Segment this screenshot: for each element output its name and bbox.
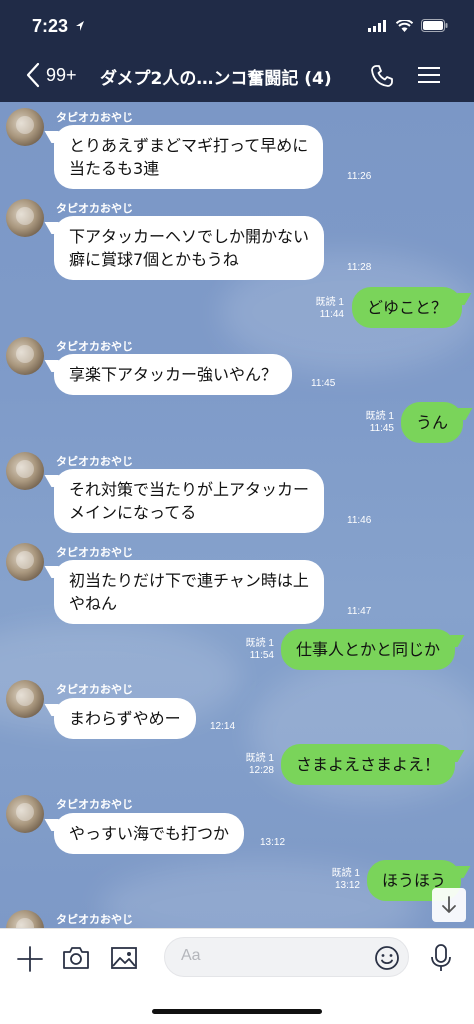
read-receipt: 既読 1 xyxy=(331,868,360,879)
sender-name: タピオカおやじ xyxy=(56,111,133,124)
status-bar: 7:23 xyxy=(0,0,474,50)
sender-avatar[interactable] xyxy=(6,680,44,718)
phone-icon xyxy=(371,65,393,87)
sender-avatar[interactable] xyxy=(6,795,44,833)
message-meta: 既読 1 12:28 xyxy=(230,753,274,777)
location-arrow-icon xyxy=(76,21,84,31)
battery-icon xyxy=(421,19,448,32)
sender-name: タピオカおやじ xyxy=(56,913,133,926)
chat-area[interactable]: タピオカおやじ とりあえずまどマギ打って早めに 当たるも3連 11:26 タピオ… xyxy=(0,102,474,928)
message-meta: 既読 1 11:45 xyxy=(354,411,394,435)
unread-count: 99+ xyxy=(46,64,77,85)
message-time: 11:45 xyxy=(311,378,336,389)
voice-button[interactable] xyxy=(430,943,452,977)
message-line: 下アタッカーヘソでしか開かない xyxy=(69,227,310,246)
message-line: 当たるも3連 xyxy=(69,159,160,178)
message-text: やっすい海でも打つか xyxy=(69,824,230,843)
message-bubble[interactable]: どゆこと？ xyxy=(352,287,463,328)
message-text: 享楽下アタッカー強いやん？ xyxy=(69,365,278,384)
plus-icon xyxy=(17,946,43,972)
message-text: さまよえさまよえ！ xyxy=(296,755,441,774)
call-button[interactable] xyxy=(370,64,394,92)
message-bubble[interactable]: さまよえさまよえ！ xyxy=(281,744,456,785)
message-meta: 既読 1 13:12 xyxy=(316,868,360,892)
message-time: 11:44 xyxy=(319,309,344,320)
arrow-down-icon xyxy=(442,896,456,913)
message-line: それ対策で当たりが上アタッカー xyxy=(69,480,310,499)
message-bubble[interactable]: 初当たりだけ下で連チャン時は上 やねん xyxy=(54,560,324,624)
message-bubble[interactable]: 下アタッカーヘソでしか開かない 癖に賞球7個とかもうね xyxy=(54,216,325,280)
message-line: 初当たりだけ下で連チャン時は上 xyxy=(69,571,309,590)
menu-button[interactable] xyxy=(418,66,440,88)
add-button[interactable] xyxy=(16,945,44,977)
message-bubble[interactable]: とりあえずまどマギ打って早めに 当たるも3連 xyxy=(54,125,324,189)
image-icon xyxy=(111,947,137,969)
read-receipt: 既読 1 xyxy=(365,411,394,422)
message-time: 11:26 xyxy=(347,171,372,182)
message-bubble[interactable]: 仕事人とかと同じか xyxy=(281,629,456,670)
image-button[interactable] xyxy=(110,945,138,975)
wifi-icon xyxy=(396,19,413,32)
cellular-signal-icon xyxy=(368,19,386,32)
message-time: 12:28 xyxy=(248,765,274,776)
message-bubble[interactable]: まわらずやめー xyxy=(54,698,196,739)
sender-name: タピオカおやじ xyxy=(56,546,133,559)
message-time: 11:45 xyxy=(369,423,394,434)
read-receipt: 既読 1 xyxy=(245,638,274,649)
scroll-to-bottom-button[interactable] xyxy=(432,888,466,922)
message-bubble[interactable]: やっすい海でも打つか xyxy=(54,813,245,854)
message-meta: 既読 1 11:44 xyxy=(300,297,344,321)
sender-avatar[interactable] xyxy=(6,543,44,581)
message-meta: 既読 1 11:54 xyxy=(230,638,274,662)
message-time: 13:12 xyxy=(334,880,360,891)
status-time: 7:23 xyxy=(32,16,69,36)
home-indicator[interactable] xyxy=(152,1009,322,1014)
sender-name: タピオカおやじ xyxy=(56,798,133,811)
message-line: 癖に賞球7個とかもうね xyxy=(69,250,239,269)
message-time: 11:28 xyxy=(347,262,372,273)
message-bubble[interactable]: それ対策で当たりが上アタッカー メインになってる xyxy=(54,469,325,533)
camera-icon xyxy=(63,947,89,969)
sender-avatar[interactable] xyxy=(6,910,44,928)
emoji-button[interactable] xyxy=(374,945,400,975)
chevron-left-icon xyxy=(26,62,40,88)
message-text: 仕事人とかと同じか xyxy=(296,640,441,659)
emoji-icon xyxy=(375,946,399,970)
message-line: メインになってる xyxy=(69,503,197,522)
microphone-icon xyxy=(431,944,451,971)
message-line: やねん xyxy=(69,594,118,613)
message-input[interactable] xyxy=(181,947,361,965)
message-input-container xyxy=(164,937,409,977)
message-time: 11:47 xyxy=(347,606,372,617)
sender-name: タピオカおやじ xyxy=(56,683,133,696)
message-text: どゆこと？ xyxy=(367,298,448,317)
chat-title[interactable]: ダメプ2人の…ンコ奮闘記 (4) xyxy=(100,64,340,89)
sender-name: タピオカおやじ xyxy=(56,455,133,468)
back-button[interactable]: 99+ xyxy=(26,62,77,88)
sender-name: タピオカおやじ xyxy=(56,340,133,353)
menu-icon xyxy=(418,67,440,83)
chat-header: 99+ ダメプ2人の…ンコ奮闘記 (4) xyxy=(0,50,474,102)
message-time: 11:54 xyxy=(249,650,274,661)
message-bubble[interactable]: 享楽下アタッカー強いやん？ xyxy=(54,354,293,395)
sender-avatar[interactable] xyxy=(6,108,44,146)
message-time: 13:12 xyxy=(260,837,286,848)
message-text: うん xyxy=(416,413,449,432)
read-receipt: 既読 1 xyxy=(245,753,274,764)
message-bubble[interactable]: うん xyxy=(401,402,464,443)
read-receipt: 既読 1 xyxy=(315,297,344,308)
sender-avatar[interactable] xyxy=(6,337,44,375)
message-text: まわらずやめー xyxy=(69,709,181,728)
message-time: 11:46 xyxy=(347,515,372,526)
message-line: とりあえずまどマギ打って早めに xyxy=(69,136,309,155)
sender-name: タピオカおやじ xyxy=(56,202,133,215)
sender-avatar[interactable] xyxy=(6,452,44,490)
message-time: 12:14 xyxy=(210,721,236,732)
camera-button[interactable] xyxy=(62,945,90,975)
sender-avatar[interactable] xyxy=(6,199,44,237)
